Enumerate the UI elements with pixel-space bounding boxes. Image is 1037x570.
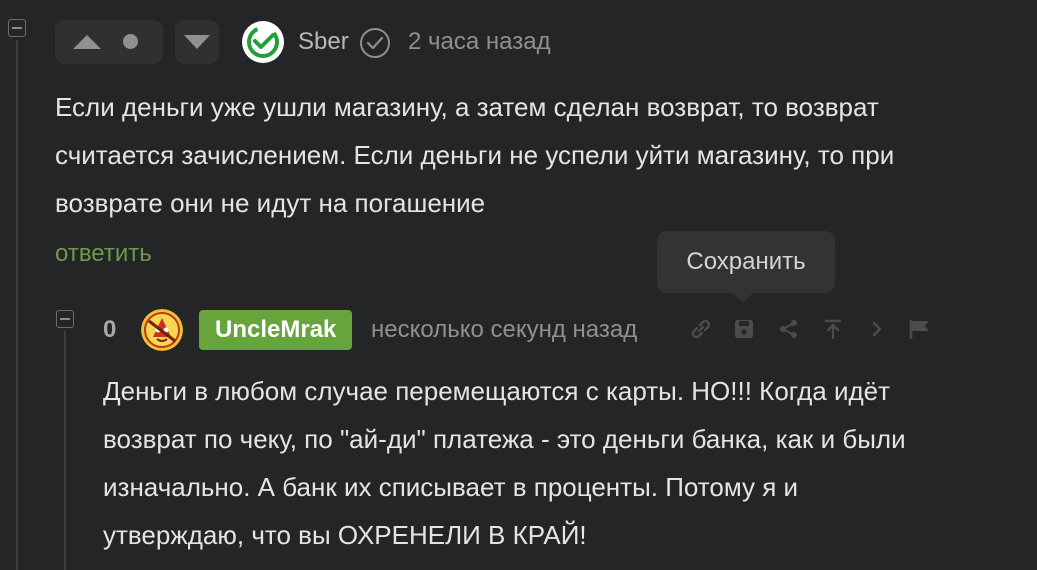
- reply-link[interactable]: ответить: [55, 240, 152, 268]
- comment-line: возврате они не идут на погашение: [55, 188, 486, 218]
- comment-body: Если деньги уже ушли магазину, а затем с…: [55, 83, 894, 227]
- vote-down-button[interactable]: [175, 20, 219, 64]
- comment-rating: 0: [103, 316, 117, 343]
- comment-body: Деньги в любом случае перемещаются с кар…: [103, 367, 906, 559]
- comment-timestamp[interactable]: несколько секунд назад: [371, 316, 637, 344]
- reply-thread-line: [64, 331, 66, 570]
- arrow-icon[interactable]: [866, 318, 888, 345]
- vote-group: [55, 20, 163, 64]
- vote-up-icon[interactable]: [73, 35, 101, 49]
- comment-author-badge[interactable]: UncleMrak: [199, 310, 353, 350]
- share-icon[interactable]: [778, 318, 800, 345]
- flag-icon[interactable]: [908, 318, 932, 345]
- comment-thread: Sber 2 часа назад Если деньги уже ушли м…: [0, 0, 1037, 570]
- comment-line: утверждаю, что вы ОХРЕНЕЛИ В КРАЙ!: [103, 520, 587, 550]
- user-avatar-icon: [141, 309, 183, 351]
- thread-line: [16, 40, 18, 570]
- sber-logo-icon: [247, 26, 279, 58]
- comment-line: возврат по чеку, по "ай-ди" платежа - эт…: [103, 424, 906, 454]
- collapse-reply-button[interactable]: [56, 310, 74, 328]
- comment-timestamp[interactable]: 2 часа назад: [408, 28, 551, 56]
- comment-line: Деньги в любом случае перемещаются с кар…: [103, 376, 891, 406]
- avatar[interactable]: [242, 21, 284, 63]
- vote-neutral-icon: [123, 34, 138, 49]
- comment-line: Если деньги уже ушли магазину, а затем с…: [55, 92, 879, 122]
- vote-down-icon: [184, 35, 210, 49]
- save-tooltip: Сохранить: [657, 231, 835, 303]
- comment-author[interactable]: Sber: [298, 28, 349, 56]
- comment-line: изначально. А банк их списывает в процен…: [103, 472, 799, 502]
- collapse-thread-button[interactable]: [8, 19, 26, 37]
- save-icon[interactable]: [733, 318, 755, 345]
- comment-line: считается зачислением. Если деньги не ус…: [55, 140, 895, 170]
- avatar[interactable]: [141, 309, 183, 351]
- pin-icon[interactable]: [822, 318, 844, 345]
- verified-icon: [359, 27, 391, 64]
- link-icon[interactable]: [690, 318, 712, 345]
